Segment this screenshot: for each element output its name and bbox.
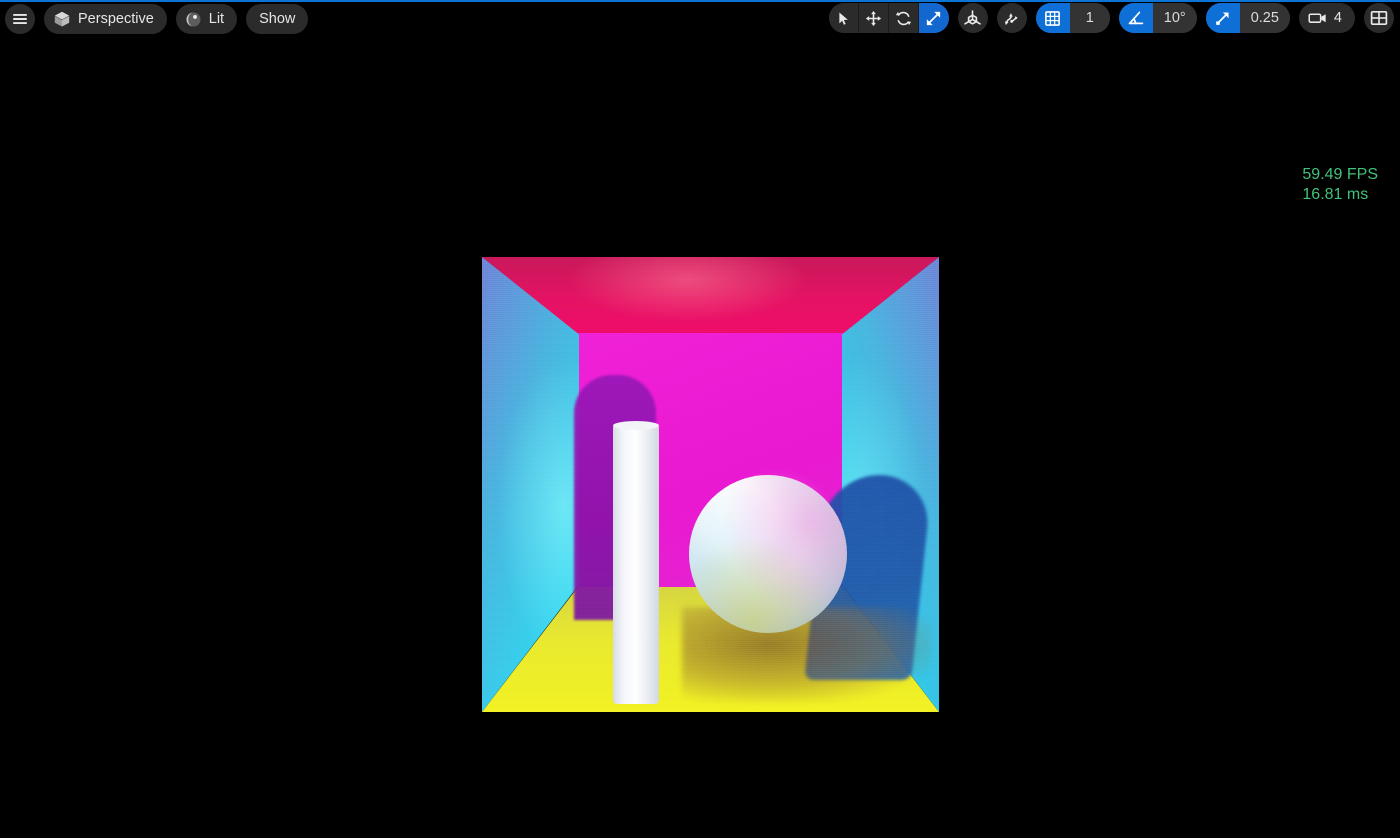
angle-snap-group: 10° <box>1118 3 1197 33</box>
move-tool-button[interactable] <box>858 3 889 33</box>
toolbar-right-group: 1 10° 0.25 4 <box>828 3 1394 33</box>
view-mode-label: Perspective <box>78 11 154 27</box>
scale-snap-group: 0.25 <box>1205 3 1290 33</box>
shaded-sphere-icon <box>185 11 202 28</box>
lighting-mode-label: Lit <box>208 11 225 27</box>
hamburger-menu-icon <box>12 12 28 26</box>
grid-snap-group: 1 <box>1035 3 1110 33</box>
camera-speed-value: 4 <box>1333 10 1342 26</box>
cursor-arrow-icon <box>836 11 851 26</box>
grid-icon <box>1044 10 1061 27</box>
viewport-window: 59.49 FPS 16.81 ms Perspective Lit Show … <box>0 0 1400 838</box>
angle-snap-value[interactable]: 10° <box>1152 3 1197 33</box>
surface-snap-icon <box>1002 9 1021 28</box>
axis-gizmo-icon <box>963 9 982 28</box>
lighting-mode-button[interactable]: Lit <box>175 4 238 34</box>
performance-stats-overlay: 59.49 FPS 16.81 ms <box>1302 165 1378 205</box>
scale-snap-toggle[interactable] <box>1205 3 1240 33</box>
rotate-tool-button[interactable] <box>888 3 919 33</box>
coordinate-system-button[interactable] <box>957 3 988 33</box>
scene-cylinder[interactable] <box>613 424 659 704</box>
four-pane-layout-icon <box>1370 10 1388 26</box>
frametime-readout: 16.81 ms <box>1302 186 1369 203</box>
scale-tool-button[interactable] <box>918 3 949 33</box>
camera-icon <box>1308 11 1327 25</box>
select-tool-button[interactable] <box>828 3 859 33</box>
render-viewport[interactable] <box>482 257 939 712</box>
scale-snap-value[interactable]: 0.25 <box>1239 3 1290 33</box>
show-menu-button[interactable]: Show <box>246 4 309 34</box>
viewport-layout-button[interactable] <box>1364 3 1394 33</box>
angle-icon <box>1127 9 1145 27</box>
show-menu-label: Show <box>259 11 296 27</box>
rotate-arrows-icon <box>895 10 912 27</box>
toolbar-left-group: Perspective Lit Show <box>0 4 309 34</box>
cube-icon <box>53 10 71 28</box>
angle-snap-toggle[interactable] <box>1118 3 1153 33</box>
viewport-toolbar: Perspective Lit Show 1 10° 0.25 4 <box>0 0 1400 38</box>
move-arrows-icon <box>865 10 882 27</box>
scale-arrow-icon <box>1214 10 1231 27</box>
view-mode-button[interactable]: Perspective <box>44 4 167 34</box>
viewport-menu-button[interactable] <box>5 4 35 34</box>
scene-sphere-bounce-light <box>689 475 847 633</box>
fps-readout: 59.49 FPS <box>1302 166 1378 183</box>
grid-snap-value[interactable]: 1 <box>1069 3 1110 33</box>
surface-snap-button[interactable] <box>996 3 1027 33</box>
grid-snap-toggle[interactable] <box>1035 3 1070 33</box>
scale-diagonal-arrows-icon <box>925 10 942 27</box>
transform-tool-group <box>828 3 949 33</box>
scene-cylinder-cap <box>613 421 659 430</box>
camera-speed-button[interactable]: 4 <box>1298 3 1355 33</box>
